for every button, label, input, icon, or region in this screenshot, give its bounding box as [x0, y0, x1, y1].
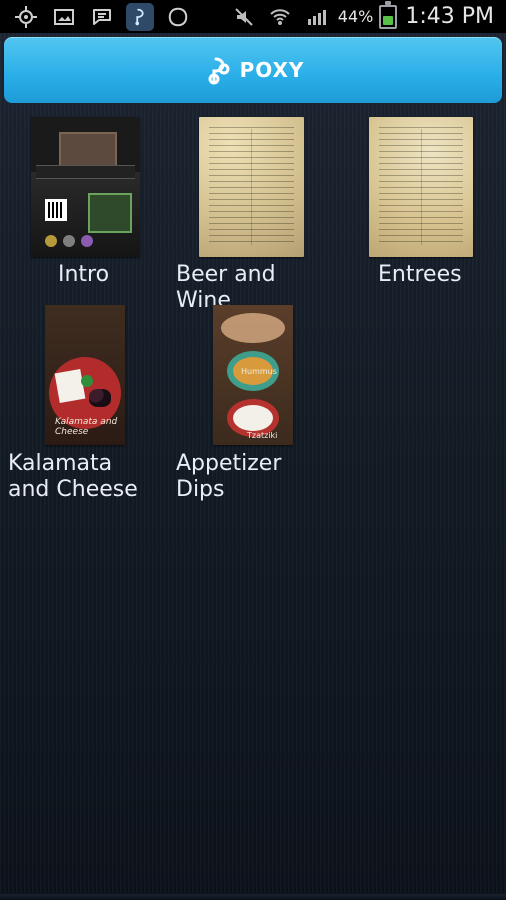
battery-percent: 44%	[337, 7, 374, 26]
cheese	[54, 368, 86, 404]
status-time: 1:43 PM	[405, 4, 494, 29]
app-logo: POXY	[202, 53, 305, 87]
poxy-app-icon	[126, 2, 154, 31]
messaging-icon	[88, 3, 116, 31]
tile-label-appetizer-dips: Appetizer Dips	[176, 451, 282, 502]
gps-icon	[12, 3, 40, 31]
beer-and-wine-divider	[251, 129, 252, 245]
intro-green-box	[88, 193, 132, 233]
signal-icon	[302, 3, 330, 31]
beer-and-wine-thumbnail[interactable]	[199, 117, 304, 257]
qr-code-icon	[45, 199, 67, 221]
dip-label-2: Tzatziki	[247, 431, 278, 440]
olives	[89, 389, 111, 407]
status-bar-left-icons	[0, 2, 192, 31]
dip-top	[221, 313, 285, 343]
status-bar-right: 44% 1:43 PM	[230, 0, 506, 31]
app-header: POXY	[4, 37, 502, 103]
wifi-icon	[266, 3, 294, 31]
kalamata-caption: Kalamata and Cheese	[55, 417, 118, 437]
entrees-divider	[421, 129, 422, 245]
tile-label-entrees: Entrees	[378, 262, 462, 287]
app-logo-text: POXY	[239, 58, 305, 82]
poxy-logo-icon	[208, 57, 230, 85]
intro-thumbnail[interactable]	[31, 117, 140, 257]
appetizer-dips-thumbnail[interactable]: Hummus Tzatziki	[213, 305, 293, 445]
blob-app-icon	[164, 3, 192, 31]
status-bar: 44% 1:43 PM	[0, 0, 506, 33]
mute-icon	[230, 3, 258, 31]
intro-badges	[45, 235, 125, 247]
tile-label-kalamata-and-cheese: Kalamata and Cheese	[8, 451, 138, 502]
tile-label-intro: Intro	[58, 262, 110, 287]
battery-indicator: 44%	[337, 0, 398, 29]
dip-label-1: Hummus	[241, 367, 277, 376]
bottom-edge	[0, 894, 506, 900]
herb	[81, 375, 93, 387]
battery-icon	[379, 0, 398, 29]
entrees-thumbnail[interactable]	[369, 117, 473, 257]
intro-sign	[36, 165, 135, 179]
kalamata-and-cheese-thumbnail[interactable]: Kalamata and Cheese	[45, 305, 125, 445]
gallery-icon	[50, 3, 78, 31]
